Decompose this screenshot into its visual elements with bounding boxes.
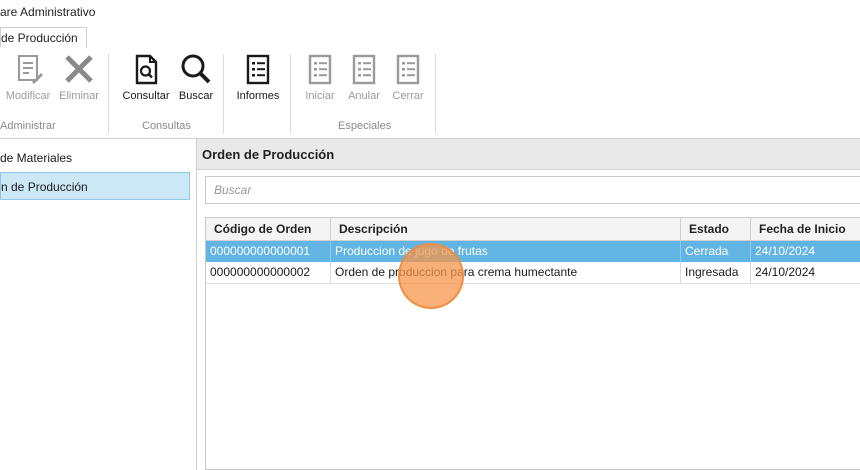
modificar-label: Modificar <box>5 90 51 102</box>
table-header: Código de Orden Descripción Estado Fecha… <box>206 218 860 241</box>
anular-button[interactable]: Anular <box>344 52 384 102</box>
table-row[interactable]: 000000000000001 Produccion de jugo de fr… <box>206 241 860 262</box>
tab-label: de Producción <box>1 31 78 45</box>
cell-fecha: 24/10/2024 <box>755 244 816 258</box>
window-title: are Administrativo <box>0 5 96 19</box>
cell-codigo: 000000000000002 <box>206 262 331 283</box>
iniciar-button[interactable]: Iniciar <box>300 52 340 102</box>
report-icon <box>396 54 420 85</box>
orders-table: Código de Orden Descripción Estado Fecha… <box>205 217 860 470</box>
search-document-icon <box>135 54 158 85</box>
cell-fecha: 24/10/2024 <box>755 265 816 279</box>
search-box <box>205 176 860 204</box>
column-header-fecha[interactable]: Fecha de Inicio <box>751 218 860 240</box>
main-panel: Orden de Producción Código de Orden Desc… <box>197 139 860 470</box>
group-separator <box>435 54 436 134</box>
sidebar-item-label: de Materiales <box>0 151 73 165</box>
consultar-label: Consultar <box>122 90 170 102</box>
cerrar-button[interactable]: Cerrar <box>388 52 428 102</box>
eliminar-button[interactable]: Eliminar <box>56 52 102 102</box>
anular-label: Anular <box>348 90 380 102</box>
column-header-descripcion[interactable]: Descripción <box>331 218 681 240</box>
tab-produccion[interactable]: de Producción <box>0 27 87 48</box>
magnifier-icon <box>181 54 211 84</box>
table-row[interactable]: 000000000000002 Orden de produccion para… <box>206 262 860 284</box>
title-bar: are Administrativo <box>0 0 860 24</box>
group-label-administrar: Administrar <box>0 120 56 132</box>
panel-header: Orden de Producción <box>197 139 860 170</box>
sidebar-item-orden-produccion[interactable]: n de Producción <box>0 172 190 200</box>
group-separator <box>108 54 109 134</box>
group-separator <box>223 54 224 134</box>
cell-descripcion: Orden de produccion para crema humectant… <box>331 262 681 283</box>
group-label-consultas: Consultas <box>142 120 191 132</box>
page-title: Orden de Producción <box>202 147 335 162</box>
cell-descripcion: Produccion de jugo de frutas <box>331 241 681 262</box>
informes-button[interactable]: Informes <box>232 52 284 102</box>
report-icon <box>246 54 270 85</box>
report-icon <box>352 54 376 85</box>
cell-estado: Cerrada <box>681 241 751 262</box>
sidebar: de Materiales n de Producción <box>0 139 197 470</box>
tab-strip: de Producción <box>0 24 860 49</box>
modificar-button[interactable]: Modificar <box>2 52 54 102</box>
ribbon-toolbar: Modificar Eliminar Consultar Buscar Info… <box>0 48 860 139</box>
column-header-codigo[interactable]: Código de Orden <box>206 218 331 240</box>
consultar-button[interactable]: Consultar <box>118 52 174 102</box>
sidebar-item-materiales[interactable]: de Materiales <box>0 144 190 172</box>
cell-estado: Ingresada <box>681 262 751 283</box>
buscar-button[interactable]: Buscar <box>176 52 216 102</box>
cell-codigo: 000000000000001 <box>206 241 331 262</box>
x-icon <box>65 55 93 83</box>
edit-document-icon <box>18 55 43 84</box>
sidebar-item-label: n de Producción <box>1 180 88 194</box>
group-label-especiales: Especiales <box>338 120 392 132</box>
buscar-label: Buscar <box>178 90 214 102</box>
group-separator <box>290 54 291 134</box>
eliminar-label: Eliminar <box>59 90 99 102</box>
column-header-estado[interactable]: Estado <box>681 218 751 240</box>
search-input[interactable] <box>206 177 860 203</box>
cerrar-label: Cerrar <box>392 90 424 102</box>
report-icon <box>308 54 332 85</box>
informes-label: Informes <box>236 90 280 102</box>
iniciar-label: Iniciar <box>305 90 335 102</box>
